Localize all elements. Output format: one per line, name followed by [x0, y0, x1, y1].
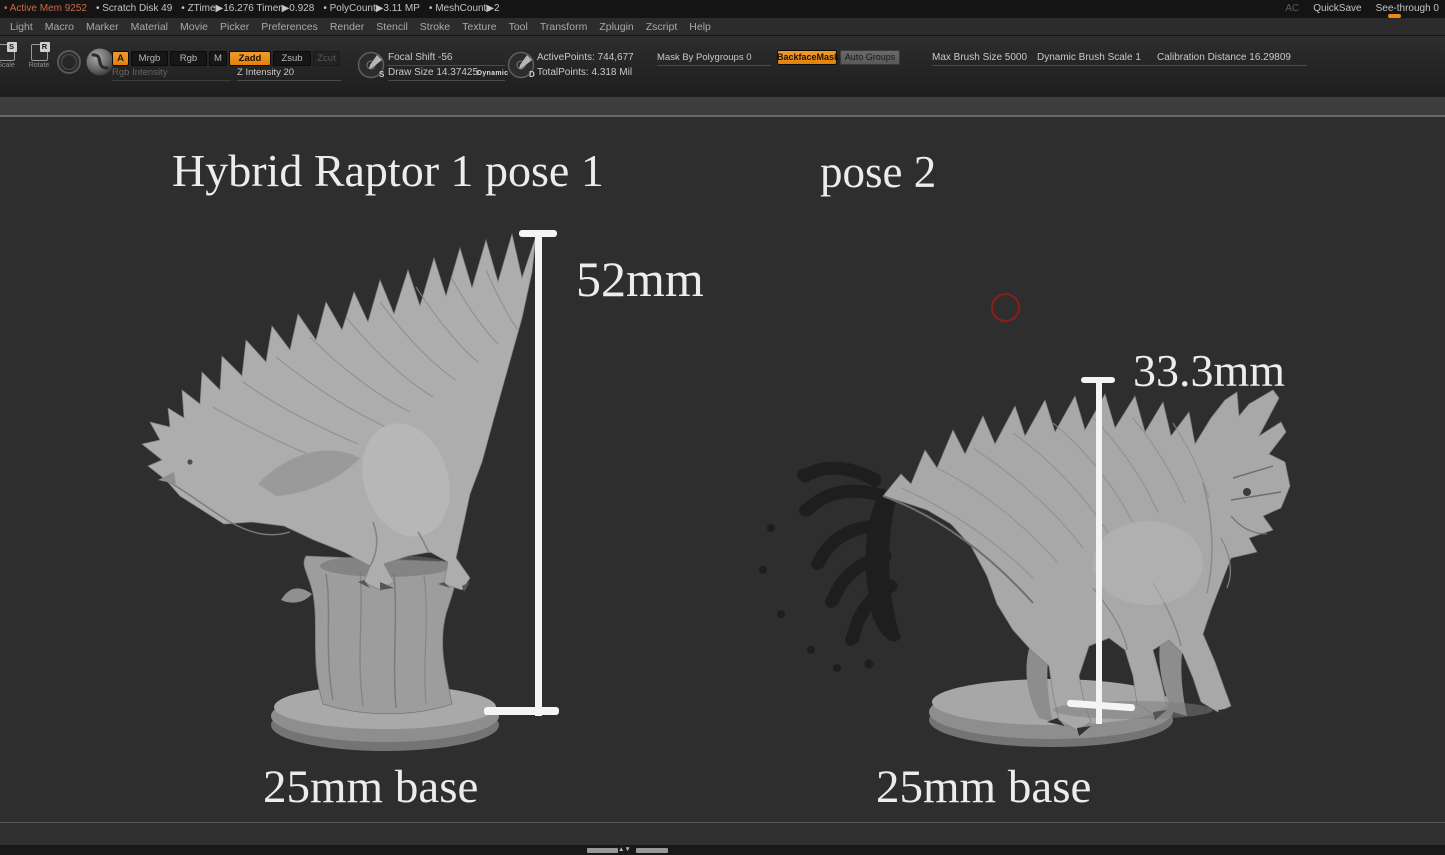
calibration-distance-slider[interactable]: Calibration Distance 16.29809	[1157, 52, 1307, 66]
backface-mask-button[interactable]: BackfaceMask	[777, 50, 837, 65]
rotate-button[interactable]: R Rotate	[22, 44, 56, 69]
menu-zplugin[interactable]: Zplugin	[593, 18, 639, 35]
active-points-readout: ActivePoints: 744,677	[537, 52, 634, 63]
ztime-timer-stat: • ZTime▶16.276 Timer▶0.928	[181, 0, 314, 18]
pose2-height-label: 33.3mm	[1133, 344, 1285, 397]
menu-preferences[interactable]: Preferences	[255, 18, 324, 35]
rotate-icon-letter: R	[40, 42, 50, 52]
menu-bar: Light Macro Marker Material Movie Picker…	[0, 18, 1445, 36]
mask-by-polygroups-slider[interactable]: Mask By Polygroups 0	[657, 52, 771, 66]
pose1-title: Hybrid Raptor 1 pose 1	[172, 144, 604, 197]
pose2-base-label: 25mm base	[876, 760, 1091, 814]
zcut-button[interactable]: Zcut	[313, 51, 340, 66]
auto-groups-button[interactable]: Auto Groups	[840, 50, 900, 65]
brush-preview-icon[interactable]	[55, 48, 83, 76]
top-shelf-toolbar: S Scale R Rotate A Mrgb	[0, 36, 1445, 98]
m-button[interactable]: M	[209, 51, 227, 66]
menu-picker[interactable]: Picker	[214, 18, 255, 35]
focal-shift-slider[interactable]: Focal Shift -56	[388, 52, 505, 66]
memory-stats: • Active Mem 9252 • Scratch Disk 49 • ZT…	[4, 0, 500, 18]
pose2-title: pose 2	[820, 146, 936, 198]
stroke-type-icon[interactable]: S	[356, 49, 390, 83]
rotate-label: Rotate	[22, 62, 56, 69]
scroll-arrows-icon[interactable]: ▲▼	[618, 845, 631, 854]
rgb-button[interactable]: Rgb	[170, 51, 207, 66]
zsub-button[interactable]: Zsub	[273, 51, 311, 66]
menu-texture[interactable]: Texture	[456, 18, 502, 35]
pose1-height-label: 52mm	[576, 250, 704, 308]
menu-transform[interactable]: Transform	[534, 18, 593, 35]
ac-toggle[interactable]: AC	[1285, 0, 1299, 18]
menu-render[interactable]: Render	[324, 18, 370, 35]
scratch-disk-stat: • Scratch Disk 49	[96, 0, 172, 18]
see-through-slider[interactable]: See-through 0	[1376, 0, 1439, 18]
shelf-divider	[0, 97, 1445, 117]
menu-help[interactable]: Help	[683, 18, 717, 35]
pose1-measure-bottom-cap	[484, 707, 559, 715]
zbrush-window: • Active Mem 9252 • Scratch Disk 49 • ZT…	[0, 0, 1445, 855]
raptor-model-pose2	[733, 388, 1295, 752]
menu-marker[interactable]: Marker	[80, 18, 125, 35]
svg-text:D: D	[529, 70, 535, 79]
z-intensity-slider[interactable]: Z Intensity 20	[237, 67, 341, 81]
menu-stroke[interactable]: Stroke	[414, 18, 456, 35]
pose1-measure-line	[535, 234, 542, 716]
scale-icon-letter: S	[7, 42, 17, 52]
rotate-icon: R	[31, 44, 48, 61]
menu-movie[interactable]: Movie	[174, 18, 214, 35]
zadd-button[interactable]: Zadd	[229, 51, 271, 66]
menu-zscript[interactable]: Zscript	[640, 18, 684, 35]
active-mem-stat: • Active Mem 9252	[4, 0, 87, 18]
color-swatch-button[interactable]: A	[112, 51, 129, 66]
quicksave-button[interactable]: QuickSave	[1313, 0, 1361, 18]
pose2-measure-line	[1096, 380, 1102, 724]
dynamic-mode-label[interactable]: Dynamic	[477, 70, 508, 77]
brush-cursor-ring	[991, 293, 1020, 322]
menu-material[interactable]: Material	[125, 18, 174, 35]
canvas-hscroll-left[interactable]	[587, 848, 618, 853]
scale-button[interactable]: S Scale	[0, 44, 23, 69]
draw-mode-icon[interactable]: D	[506, 49, 540, 83]
menu-tool[interactable]: Tool	[503, 18, 534, 35]
scale-icon: S	[0, 44, 15, 61]
canvas-bottom-strip	[0, 822, 1445, 845]
menu-macro[interactable]: Macro	[39, 18, 80, 35]
raptor-model-pose1	[118, 222, 578, 754]
rgb-intensity-slider[interactable]: Rgb Intensity	[112, 67, 231, 81]
canvas-hscroll-right[interactable]	[636, 848, 668, 853]
total-points-readout: TotalPoints: 4.318 Mil	[537, 67, 632, 78]
mrgb-button[interactable]: Mrgb	[131, 51, 168, 66]
title-bar: • Active Mem 9252 • Scratch Disk 49 • ZT…	[0, 0, 1445, 18]
pose1-base-label: 25mm base	[263, 760, 478, 814]
svg-text:S: S	[379, 70, 385, 79]
meshcount-stat: • MeshCount▶2	[429, 0, 500, 18]
bottom-scroll-bar	[0, 845, 1445, 855]
scale-label: Scale	[0, 62, 23, 69]
polycount-stat: • PolyCount▶3.11 MP	[323, 0, 420, 18]
menu-stencil[interactable]: Stencil	[370, 18, 414, 35]
menu-light[interactable]: Light	[4, 18, 39, 35]
